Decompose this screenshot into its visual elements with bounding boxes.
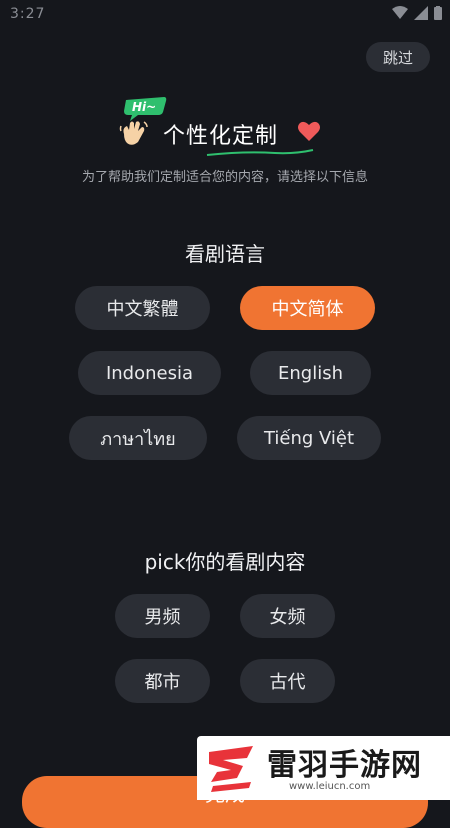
waving-hand-icon xyxy=(119,121,148,145)
watermark-title: 雷羽手游网 xyxy=(267,748,422,783)
hi-badge-text: Hi~ xyxy=(132,100,156,114)
language-option-english[interactable]: English xyxy=(250,351,371,395)
title-underline-decoration xyxy=(206,149,314,156)
content-option-urban[interactable]: 都市 xyxy=(115,659,210,703)
status-icons xyxy=(392,6,442,20)
content-option-male[interactable]: 男频 xyxy=(115,594,210,638)
watermark: 雷羽手游网 www.leiucn.com xyxy=(197,736,450,800)
content-section-title: pick你的看剧内容 xyxy=(144,550,306,574)
page-title: 个性化定制 xyxy=(163,124,279,149)
subtitle: 为了帮助我们定制适合您的内容，请选择以下信息 xyxy=(81,170,368,185)
language-section-title: 看剧语言 xyxy=(185,242,265,266)
status-bar: 3:27 xyxy=(0,0,450,30)
language-option-traditional-chinese[interactable]: 中文繁體 xyxy=(75,286,210,330)
signal-icon xyxy=(414,6,428,20)
heart-icon xyxy=(298,121,320,141)
status-time: 3:27 xyxy=(10,6,46,22)
watermark-url: www.leiucn.com xyxy=(289,781,371,792)
hero: Hi~ 个性化定制 xyxy=(0,92,450,162)
language-option-thai[interactable]: ภาษาไทย xyxy=(69,416,207,460)
skip-button[interactable]: 跳过 xyxy=(366,42,430,72)
wifi-icon xyxy=(392,6,408,19)
language-option-vietnamese[interactable]: Tiếng Việt xyxy=(237,416,381,460)
battery-icon xyxy=(434,6,442,20)
language-option-simplified-chinese[interactable]: 中文简体 xyxy=(240,286,375,330)
language-option-indonesia[interactable]: Indonesia xyxy=(78,351,221,395)
watermark-logo-icon xyxy=(209,746,253,792)
content-option-female[interactable]: 女频 xyxy=(240,594,335,638)
content-option-ancient[interactable]: 古代 xyxy=(240,659,335,703)
